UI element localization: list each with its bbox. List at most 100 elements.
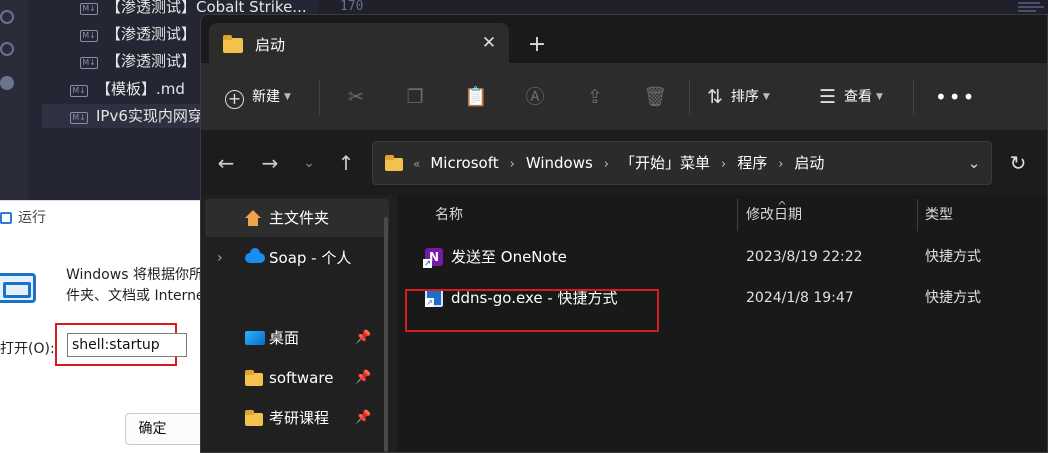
run-description: Windows 将根据你所 件夹、文档或 Interne	[66, 265, 206, 307]
nav-item-label: 桌面	[269, 329, 300, 347]
run-description-line2: 件夹、文档或 Interne	[66, 288, 205, 304]
markdown-file-icon: M↓	[70, 85, 88, 97]
onedrive-cloud-icon	[245, 248, 265, 263]
account-icon[interactable]	[0, 76, 14, 90]
breadcrumb-item[interactable]: Microsoft	[430, 154, 498, 172]
close-icon[interactable]: ✕	[475, 29, 503, 57]
breadcrumb-item[interactable]: 启动	[794, 154, 824, 172]
file-item-label: IPv6实现内网穿	[96, 107, 203, 125]
breadcrumb-item[interactable]: 「开始」菜单	[620, 154, 710, 172]
new-button[interactable]: + 新建 ▼	[225, 79, 291, 115]
address-dropdown-icon[interactable]: ⌄	[959, 148, 989, 178]
explorer-icon[interactable]	[0, 10, 14, 24]
address-bar[interactable]: « Microsoft › Windows › 「开始」菜单 › 程序 › 启动 ⌄	[372, 141, 992, 185]
nav-item-label: 考研课程	[269, 409, 330, 427]
refresh-icon[interactable]: ↻	[1003, 148, 1033, 178]
home-icon	[245, 210, 261, 226]
view-button[interactable]: ☰ 查看 ▼	[819, 79, 883, 115]
delete-icon[interactable]: 🗑	[641, 83, 669, 111]
pin-icon[interactable]: 📌	[355, 399, 371, 437]
chevron-down-icon: ▼	[762, 92, 770, 102]
markdown-file-icon: M↓	[80, 3, 98, 15]
breadcrumb-item[interactable]: 程序	[737, 154, 767, 172]
nav-item-label: Soap - 个人	[269, 249, 352, 267]
column-header-modified[interactable]: 修改日期	[746, 195, 802, 235]
cut-icon[interactable]: ✂	[342, 83, 370, 111]
pin-icon[interactable]: 📌	[355, 359, 371, 397]
column-header-name[interactable]: 名称	[435, 195, 463, 235]
nav-item-software[interactable]: software 📌	[205, 359, 389, 397]
column-header-type[interactable]: 类型	[925, 195, 953, 235]
tab-startup[interactable]: 启动 ✕	[209, 23, 509, 63]
nav-item-home[interactable]: 主文件夹	[205, 199, 389, 237]
markdown-file-icon: M↓	[80, 30, 98, 42]
input-highlight-box	[55, 323, 187, 366]
markdown-file-icon: M↓	[80, 57, 98, 69]
file-item-label: 【模板】.md	[96, 80, 185, 98]
chevron-right-icon[interactable]: ›	[721, 157, 726, 172]
file-item-label: 【渗透测试】	[106, 25, 197, 43]
run-dialog-titlebar: 运行	[0, 201, 205, 235]
sort-button-label: 排序	[730, 89, 759, 105]
shortcut-arrow-icon: ↗	[423, 259, 432, 268]
table-row[interactable]: N ↗ 发送至 OneNote 2023/8/19 22:22 快捷方式	[397, 237, 1047, 277]
column-divider[interactable]	[917, 199, 918, 231]
sort-icon: ⇅	[707, 86, 723, 108]
rename-icon[interactable]: Ⓐ	[521, 83, 549, 111]
back-arrow-icon[interactable]: ←	[211, 148, 241, 178]
chevron-down-icon: ▼	[876, 92, 883, 102]
run-description-line1: Windows 将根据你所	[66, 267, 203, 283]
chevron-right-icon[interactable]: ›	[510, 157, 515, 172]
toolbar-divider	[913, 79, 914, 115]
file-list: ^ 名称 修改日期 类型 N ↗ 发送至 OneNote 2023/8/19 22…	[397, 195, 1047, 452]
column-divider[interactable]	[737, 199, 738, 231]
view-button-label: 查看	[844, 89, 873, 105]
nav-item-desktop[interactable]: 桌面 📌	[205, 319, 389, 357]
navigation-bar: ← → ⌄ ↑ « Microsoft › Windows › 「开始」菜单 › 程序 › 启动 …	[201, 131, 1047, 195]
sort-button[interactable]: ⇅ 排序 ▼	[707, 79, 770, 115]
folder-icon	[223, 35, 243, 53]
overflow-chevron-icon[interactable]: «	[413, 157, 420, 171]
run-app-icon	[0, 273, 36, 303]
new-tab-button[interactable]: +	[523, 33, 551, 61]
recent-locations-chevron-icon[interactable]: ⌄	[294, 148, 324, 178]
plus-circle-icon: +	[225, 90, 244, 109]
nav-item-kaoyan[interactable]: 考研课程 📌	[205, 399, 389, 437]
file-modified: 2023/8/19 22:22	[746, 249, 863, 265]
search-icon[interactable]	[0, 42, 14, 56]
toolbar-divider	[689, 79, 690, 115]
pin-icon[interactable]: 📌	[355, 319, 371, 357]
file-explorer-window: 启动 ✕ + + 新建 ▼ ✂ ❐ 📋 Ⓐ ⇪ 🗑 ⇅ 排序 ▼ ☰ 查看 ▼ ••• ← …	[200, 14, 1048, 453]
file-type: 快捷方式	[925, 290, 981, 306]
more-options-icon[interactable]: •••	[935, 79, 976, 115]
up-arrow-icon[interactable]: ↑	[331, 148, 361, 178]
chevron-right-icon[interactable]: ›	[604, 157, 609, 172]
view-list-icon: ☰	[819, 86, 837, 108]
share-icon[interactable]: ⇪	[581, 83, 609, 111]
file-name: 发送至 OneNote	[451, 248, 567, 266]
file-type: 快捷方式	[925, 249, 981, 265]
command-bar: + 新建 ▼ ✂ ❐ 📋 Ⓐ ⇪ 🗑 ⇅ 排序 ▼ ☰ 查看 ▼ •••	[201, 63, 1047, 131]
breadcrumb: « Microsoft › Windows › 「开始」菜单 › 程序 › 启动	[413, 142, 824, 184]
activity-rail	[0, 0, 28, 200]
expand-chevron-icon[interactable]: ›	[217, 239, 223, 277]
paste-icon[interactable]: 📋	[462, 83, 490, 111]
folder-icon	[245, 370, 263, 386]
run-dialog-title: 运行	[18, 210, 46, 226]
desktop-icon	[245, 331, 265, 345]
nav-scrollbar[interactable]	[384, 217, 388, 452]
tab-bar: 启动 ✕ +	[201, 15, 1047, 63]
copy-icon[interactable]: ❐	[401, 83, 429, 111]
open-label: 打开(O):	[0, 341, 55, 357]
chevron-right-icon[interactable]: ›	[778, 157, 783, 172]
run-command-input[interactable]	[67, 333, 187, 357]
breadcrumb-item[interactable]: Windows	[526, 154, 593, 172]
file-modified: 2024/1/8 19:47	[746, 290, 854, 306]
forward-arrow-icon[interactable]: →	[255, 148, 285, 178]
file-item-label: 【渗透测试】	[106, 52, 197, 70]
folder-icon	[385, 155, 403, 171]
run-dialog: 运行 Windows 将根据你所 件夹、文档或 Interne 打开(O): 确…	[0, 200, 235, 453]
nav-item-onedrive[interactable]: › Soap - 个人	[205, 239, 389, 277]
nav-item-label: 主文件夹	[269, 209, 330, 227]
onenote-icon: N ↗	[423, 248, 443, 268]
